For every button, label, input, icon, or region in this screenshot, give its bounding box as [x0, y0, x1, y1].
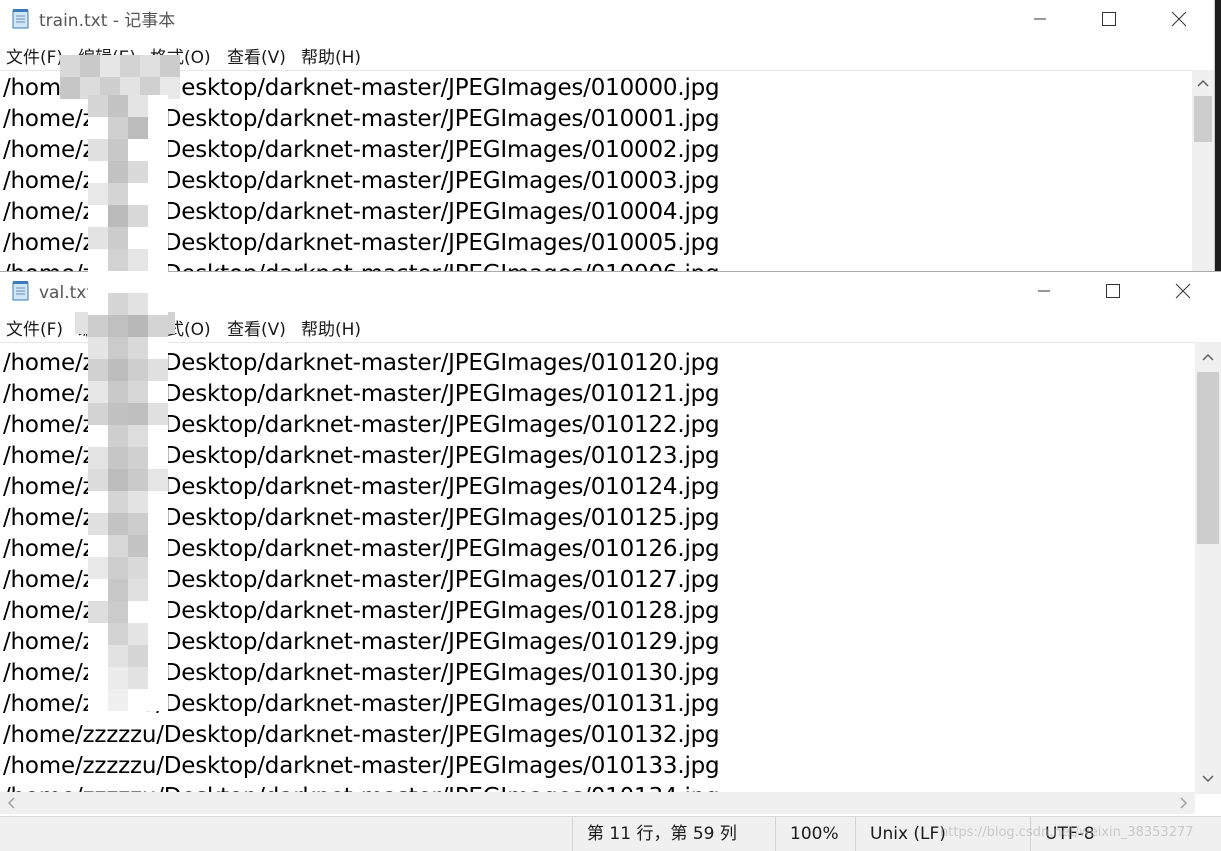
- scroll-down-button[interactable]: [1195, 768, 1221, 790]
- chevron-right-icon: [1180, 797, 1188, 809]
- notepad-icon: [12, 281, 29, 301]
- notepad-window-train: train.txt - 记事本 文件(F) 编辑(E) 格式(O) 查看(V) …: [0, 0, 1214, 272]
- notepad-window-val: val.txt - 记事本 文件(F) 编辑(E) 格式(O) 查看(V) 帮助…: [0, 272, 1221, 851]
- minimize-icon: [1038, 290, 1050, 292]
- scroll-up-button[interactable]: [1192, 72, 1214, 94]
- maximize-icon: [1106, 284, 1120, 298]
- menu-file[interactable]: 文件(F): [6, 315, 63, 340]
- chevron-left-icon: [7, 797, 15, 809]
- chevron-down-icon: [1202, 775, 1214, 783]
- maximize-icon: [1102, 12, 1116, 26]
- scroll-left-button[interactable]: [0, 792, 22, 814]
- watermark-text: https://blog.csdn.net/weixin_38353277: [940, 825, 1194, 840]
- redaction-mosaic: [60, 55, 180, 99]
- menu-bar: 文件(F) 编辑(E) 格式(O) 查看(V) 帮助(H): [0, 38, 1214, 70]
- menu-bar: 文件(F) 编辑(E) 格式(O) 查看(V) 帮助(H): [0, 310, 1221, 342]
- window-title: train.txt - 记事本: [39, 11, 176, 31]
- vertical-scrollbar[interactable]: [1192, 70, 1214, 272]
- redaction-mosaic: [88, 95, 168, 800]
- scroll-up-button[interactable]: [1195, 346, 1221, 368]
- status-zoom: 100%: [775, 817, 855, 851]
- text-editor[interactable]: /home/zzzzzu/Desktop/darknet-master/JPEG…: [0, 70, 1192, 272]
- menu-view[interactable]: 查看(V): [227, 315, 286, 340]
- horizontal-scrollbar[interactable]: [0, 792, 1195, 814]
- chevron-up-icon: [1202, 353, 1214, 361]
- menu-file[interactable]: 文件(F): [6, 43, 63, 68]
- close-button[interactable]: [1148, 272, 1218, 310]
- vertical-scrollbar[interactable]: [1195, 342, 1221, 794]
- scroll-thumb[interactable]: [1194, 96, 1212, 142]
- menu-help[interactable]: 帮助(H): [301, 315, 361, 340]
- status-cursor-position: 第 11 行，第 59 列: [572, 817, 775, 851]
- minimize-button[interactable]: [1009, 272, 1079, 310]
- close-icon: [1175, 283, 1191, 299]
- chevron-up-icon: [1197, 79, 1209, 87]
- minimize-icon: [1034, 18, 1046, 20]
- scroll-thumb[interactable]: [1197, 372, 1219, 544]
- notepad-icon: [12, 9, 29, 29]
- maximize-button[interactable]: [1074, 0, 1144, 38]
- menu-view[interactable]: 查看(V): [227, 43, 286, 68]
- scroll-right-button[interactable]: [1173, 792, 1195, 814]
- maximize-button[interactable]: [1078, 272, 1148, 310]
- close-icon: [1171, 11, 1187, 27]
- close-button[interactable]: [1144, 0, 1214, 38]
- minimize-button[interactable]: [1005, 0, 1075, 38]
- title-bar[interactable]: val.txt - 记事本: [0, 272, 1221, 310]
- text-editor[interactable]: /home/zzzzzu/Desktop/darknet-master/JPEG…: [0, 342, 1199, 794]
- title-bar[interactable]: train.txt - 记事本: [0, 0, 1214, 38]
- menu-help[interactable]: 帮助(H): [301, 43, 361, 68]
